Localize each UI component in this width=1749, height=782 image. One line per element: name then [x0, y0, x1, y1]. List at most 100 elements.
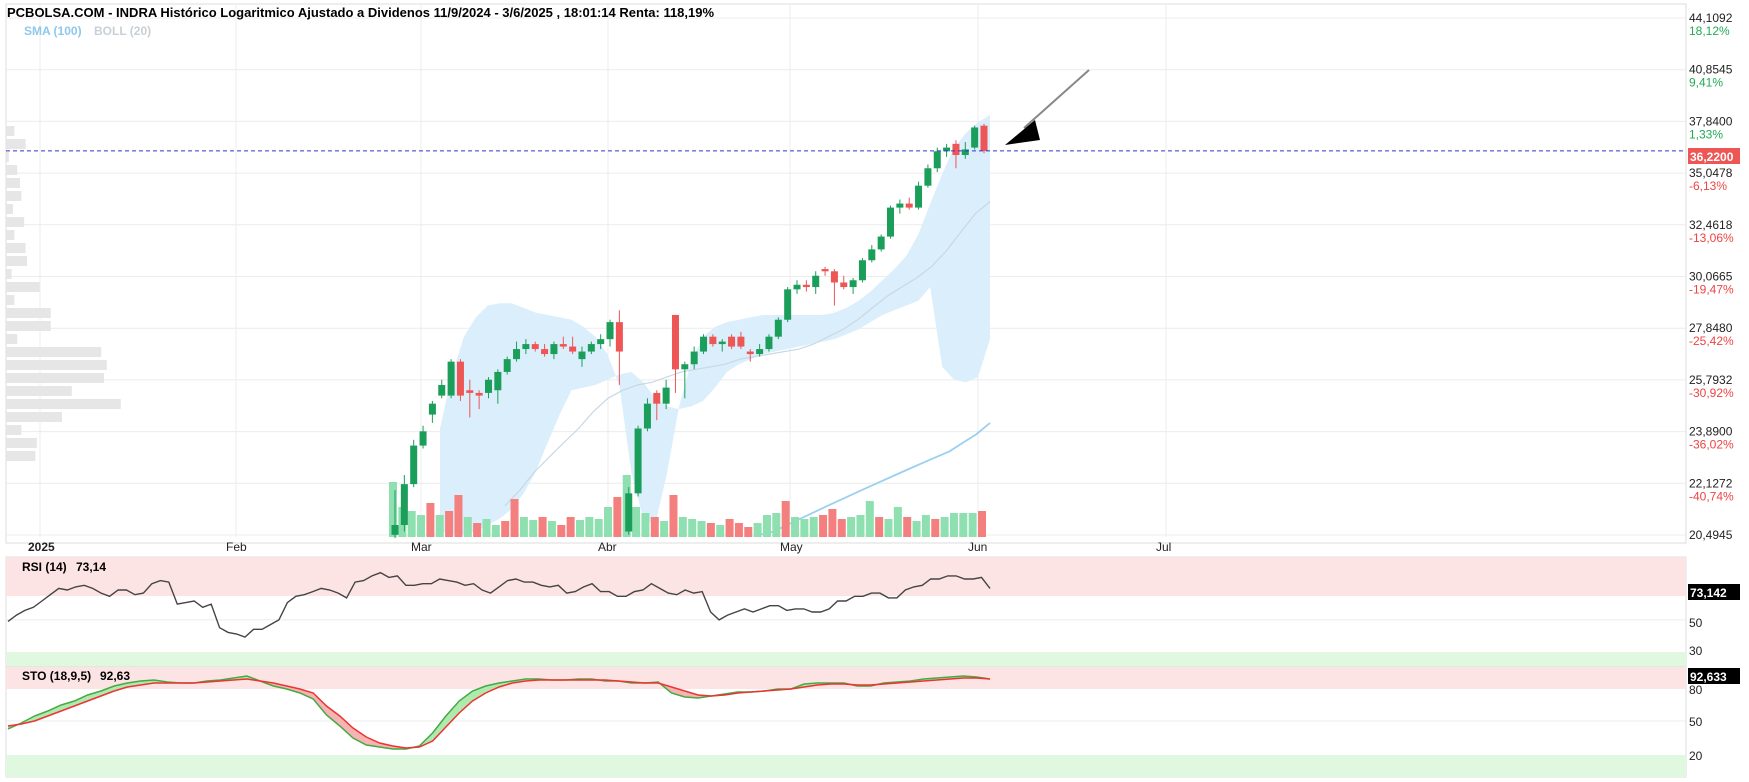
- volume-bar: [912, 521, 921, 537]
- candle-body: [840, 282, 848, 288]
- volume-bar: [491, 525, 500, 537]
- volume-bar: [426, 503, 435, 537]
- y-tick-label: 23,8900: [1689, 425, 1733, 439]
- candle-body: [877, 236, 885, 250]
- candle-body: [896, 203, 904, 208]
- rsi-level-50: 50: [1689, 616, 1703, 630]
- y-tick-percent: -30,92%: [1689, 386, 1734, 400]
- volume-bar: [417, 515, 426, 537]
- candle-body: [952, 143, 960, 156]
- y-tick-percent: 9,41%: [1689, 76, 1723, 90]
- volume-profile-bar: [6, 438, 37, 448]
- volume-profile-bar: [6, 321, 51, 331]
- volume-bar: [501, 521, 510, 537]
- volume-bar: [772, 513, 781, 537]
- rsi-panel: RSI (14) 73,14 73,142 50 30: [5, 556, 1740, 668]
- candle-body: [821, 269, 829, 272]
- volume-bar: [800, 519, 809, 537]
- candle-body: [494, 371, 502, 391]
- volume-bar: [716, 525, 725, 537]
- sto-value: 92,63: [100, 669, 130, 683]
- volume-bar: [781, 501, 790, 537]
- volume-bar: [482, 519, 491, 537]
- volume-profile-bar: [6, 191, 22, 201]
- y-tick-percent: -36,02%: [1689, 438, 1734, 452]
- x-tick-label: 2025: [28, 540, 55, 554]
- candle-body: [728, 336, 736, 347]
- x-tick-label: Mar: [411, 540, 432, 554]
- x-tick-label: Feb: [226, 540, 247, 554]
- rsi-last-tag-text: 73,142: [1690, 586, 1727, 600]
- y-tick-label: 40,8545: [1689, 63, 1733, 77]
- candle-body: [400, 484, 408, 526]
- volume-bar: [921, 515, 930, 537]
- candle-body: [765, 336, 773, 350]
- chart-title: PCBOLSA.COM - INDRA Histórico Logaritmic…: [7, 5, 714, 20]
- legend-sma: SMA (100): [24, 24, 82, 38]
- candle-body: [643, 403, 651, 429]
- y-tick-percent: 1,33%: [1689, 127, 1723, 141]
- volume-profile-bar: [6, 256, 27, 266]
- volume-profile-bar: [6, 399, 121, 409]
- candle-body: [541, 349, 549, 355]
- candle-body: [971, 127, 979, 148]
- volume-bar: [435, 515, 444, 537]
- candle-body: [774, 319, 782, 337]
- volume-bar: [566, 517, 575, 537]
- candle-body: [802, 284, 810, 288]
- y-tick-label: 35,0478: [1689, 166, 1733, 180]
- sto-label: STO (18,9,5): [22, 669, 91, 683]
- volume-profile-bar: [6, 178, 20, 188]
- sto-overbought-band: [6, 667, 1686, 689]
- volume-profile-bar: [6, 139, 26, 149]
- volume-bar: [959, 513, 968, 537]
- candle-body: [419, 431, 427, 446]
- volume-profile-bar: [6, 334, 18, 344]
- candle-body: [531, 344, 539, 350]
- volume-bar: [688, 519, 697, 537]
- volume-profile-bar: [6, 347, 102, 357]
- volume-bar: [762, 515, 771, 537]
- volume-bar: [734, 523, 743, 537]
- volume-bar: [538, 517, 547, 537]
- candle-body: [503, 359, 511, 372]
- candle-body: [924, 168, 932, 186]
- candle-body: [671, 314, 679, 370]
- volume-bar: [613, 497, 622, 537]
- rsi-level-30: 30: [1689, 644, 1703, 658]
- sto-last-tag-text: 92,633: [1690, 670, 1727, 684]
- volume-profile-bar: [6, 412, 62, 422]
- volume-bar: [847, 517, 856, 537]
- y-tick-label: 32,4618: [1689, 218, 1733, 232]
- candle-body: [784, 289, 792, 320]
- volume-bar: [819, 515, 828, 537]
- volume-profile-bar: [6, 243, 26, 253]
- rsi-overbought-band: [6, 557, 1686, 596]
- candle-body: [905, 203, 913, 208]
- volume-profile-bar: [6, 308, 51, 318]
- candle-body: [634, 428, 642, 494]
- legend-boll: BOLL (20): [94, 24, 151, 38]
- volume-bar: [940, 517, 949, 537]
- rsi-value: 73,14: [76, 560, 106, 574]
- rsi-label: RSI (14): [22, 560, 67, 574]
- candle-body: [625, 493, 633, 532]
- candle-body: [812, 275, 820, 288]
- sto-panel: STO (18,9,5) 92,63 92,633 80 50 20: [5, 666, 1740, 778]
- candle-body: [915, 185, 923, 208]
- volume-bar: [706, 523, 715, 537]
- volume-profile-bar: [6, 217, 25, 227]
- volume-bar: [407, 511, 416, 537]
- candle-body: [550, 344, 558, 355]
- price-y-axis: 44,109218,12% 40,85459,41% 37,84001,33% 35,…: [1689, 11, 1734, 542]
- candle-body: [718, 341, 726, 345]
- volume-profile-bar: [6, 373, 104, 383]
- volume-profile-bar: [6, 386, 72, 396]
- volume-bar: [744, 527, 753, 537]
- volume-bar: [660, 521, 669, 537]
- volume-bar: [753, 523, 762, 537]
- candle-body: [559, 344, 567, 347]
- candle-body: [700, 336, 708, 352]
- y-tick-percent: -6,13%: [1689, 179, 1727, 193]
- candle-body: [830, 271, 838, 283]
